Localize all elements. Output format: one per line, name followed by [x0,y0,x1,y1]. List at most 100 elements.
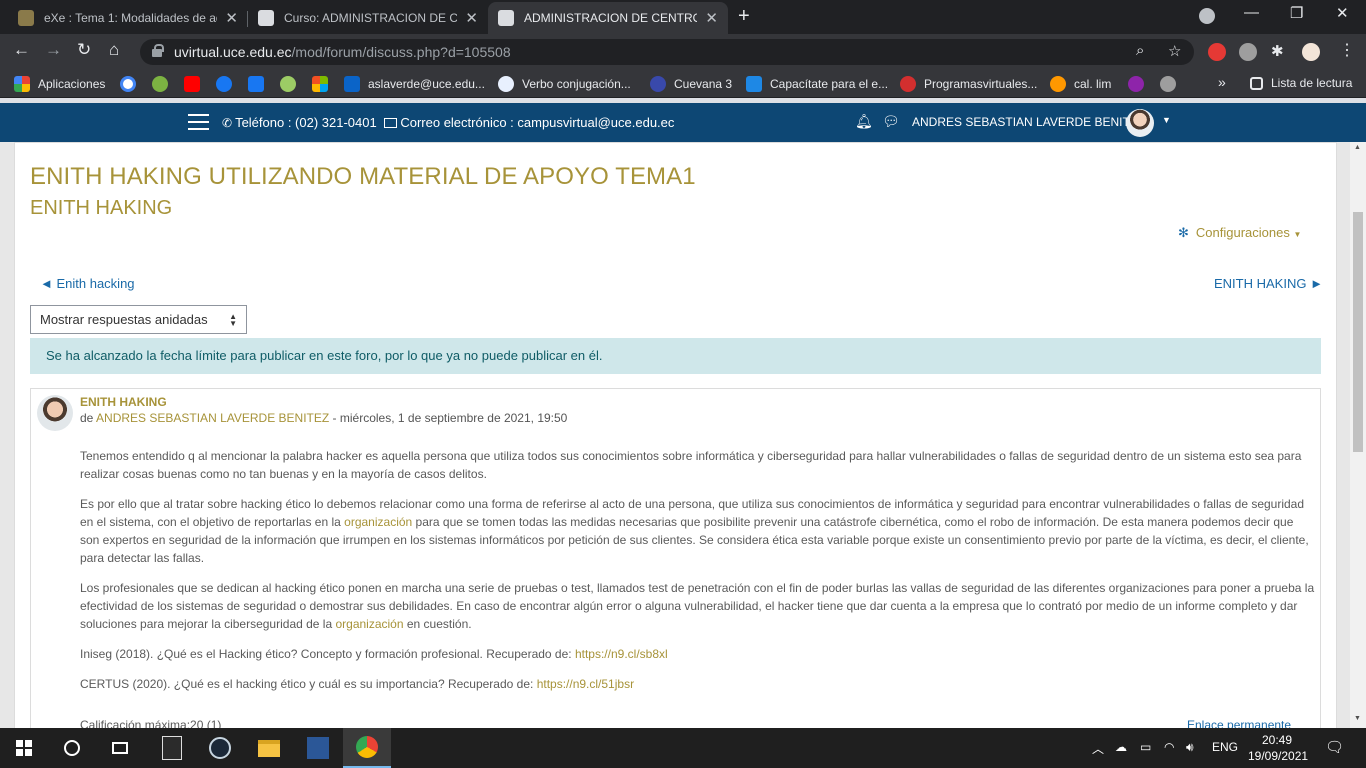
display-mode-select[interactable]: Mostrar respuestas anidadas ▲ ▼ [30,305,247,334]
extension-w-icon[interactable] [1239,43,1257,61]
settings-menu-button[interactable]: ✻ Configuraciones ▼ [1178,225,1301,241]
folder-icon [258,739,280,757]
moodle-favicon-icon [498,10,514,26]
bookmarks-bar: Aplicaciones aslaverde@uce.edu... Verbo … [0,70,1366,98]
reload-icon[interactable]: ↻ [77,40,91,60]
battery-icon[interactable]: ▭ [1140,740,1151,754]
close-tab-icon[interactable]: ✕ [465,9,478,27]
bookmark-microsoft[interactable] [312,76,328,92]
bookmark-star-icon[interactable]: ☆ [1168,42,1181,60]
bookmark-cuevana[interactable]: Cuevana 3 [650,76,732,92]
reference-link[interactable]: https://n9.cl/51jbsr [537,677,634,691]
site-icon [152,76,168,92]
browser-tab-curso[interactable]: Curso: ADMINISTRACION DE CEN ✕ [248,2,488,34]
site-header: ✆ Teléfono : (02) 321-0401 Correo electró… [0,103,1366,142]
user-avatar[interactable] [1126,109,1154,137]
bookmark-youtube[interactable] [184,76,200,92]
language-indicator[interactable]: ENG [1212,740,1238,754]
previous-discussion-link[interactable]: ◄ Enith hacking [40,276,135,291]
scrollbar-thumb[interactable] [1353,212,1363,452]
gear-icon: ✻ [1178,225,1189,240]
close-tab-icon[interactable]: ✕ [225,9,238,27]
address-bar[interactable]: uvirtual.uce.edu.ec/mod/forum/discuss.ph… [140,39,1194,65]
show-hidden-icons-chevron-icon[interactable]: ︿ [1092,740,1104,757]
steam-icon [209,737,231,759]
bookmark-16[interactable] [1160,76,1176,92]
deadline-notice: Se ha alcanzado la fecha límite para pub… [30,338,1321,374]
next-discussion-link[interactable]: ENITH HAKING ► [1214,276,1323,291]
bookmark-capacitate[interactable]: Capacítate para el e... [746,76,888,92]
tab-search-icon[interactable] [1199,8,1215,24]
apps-grid-icon [14,76,30,92]
reading-list-button[interactable]: Lista de lectura [1250,76,1352,90]
organizacion-link[interactable]: organización [344,515,412,529]
bookmark-verbo[interactable]: Verbo conjugación... [498,76,631,92]
bookmarks-overflow-button[interactable]: » [1218,74,1226,90]
notifications-bell-icon[interactable]: 🔔︎ [855,113,873,130]
browser-tab-active[interactable]: ADMINISTRACION DE CENTROS ✕ [488,2,728,34]
messages-icon[interactable]: 💬︎ [882,113,900,130]
bookmark-facebook-1[interactable] [216,76,232,92]
bookmark-facebook-2[interactable] [248,76,264,92]
windows-taskbar: ︿ ☁ ▭ ◠ 🔊︎ ENG 20:49 19/09/2021 🗨︎ [0,728,1366,768]
new-tab-button[interactable]: + [738,5,750,28]
post-body: Tenemos entendido q al mencionar la pala… [80,447,1315,705]
forum-post: ENITH HAKING de ANDRES SEBASTIAN LAVERDE… [30,388,1321,748]
reference: Iniseg (2018). ¿Qué es el Hacking ético?… [80,647,668,661]
chrome-menu-icon[interactable]: ⋮ [1339,40,1355,60]
menu-hamburger-icon[interactable] [188,114,209,130]
chrome-icon [356,736,378,758]
scroll-down-icon[interactable]: ▼ [1354,715,1361,722]
lock-icon[interactable] [152,44,164,57]
zoom-search-icon[interactable]: ⌕ [1136,42,1144,59]
organizacion-link[interactable]: organización [335,617,403,631]
taskbar-epic-games[interactable] [148,728,196,768]
bookmark-programas[interactable]: Programasvirtuales... [900,76,1037,92]
post-paragraph: Los profesionales que se dedican al hack… [80,581,1315,631]
extensions-puzzle-icon[interactable]: ✱ [1271,42,1284,60]
restore-button[interactable]: ❐ [1290,4,1303,22]
wifi-icon[interactable]: ◠ [1164,740,1174,754]
taskbar-file-explorer[interactable] [245,728,293,768]
search-button[interactable] [48,728,96,768]
system-clock[interactable]: 20:49 19/09/2021 [1248,732,1308,764]
globe-icon [1160,76,1176,92]
task-view-button[interactable] [96,728,144,768]
forward-arrow-icon[interactable]: → [45,40,62,60]
bookmark-google[interactable] [120,76,136,92]
forum-card: ENITH HAKING UTILIZANDO MATERIAL DE APOY… [14,142,1337,748]
bookmark-cal-lim[interactable]: cal. lim [1050,76,1111,92]
taskbar-chrome[interactable] [343,728,391,768]
start-button[interactable] [0,728,48,768]
close-window-button[interactable]: ✕ [1336,4,1349,22]
bookmark-apps[interactable]: Aplicaciones [14,76,105,92]
onedrive-cloud-icon[interactable]: ☁ [1115,740,1127,754]
extension-red-icon[interactable] [1208,43,1226,61]
bookmark-outlook[interactable]: aslaverde@uce.edu... [344,76,485,92]
minimize-button[interactable]: — [1244,4,1259,21]
home-icon[interactable]: ⌂ [109,40,119,60]
page-scrollbar[interactable]: ▲ ▼ [1350,142,1366,728]
browser-tab-exe[interactable]: eXe : Tema 1: Modalidades de ad ✕ [8,2,248,34]
author-link[interactable]: ANDRES SEBASTIAN LAVERDE BENITEZ [96,411,329,425]
volume-icon[interactable]: 🔊︎ [1186,740,1194,755]
reference-link[interactable]: https://n9.cl/sb8xl [575,647,668,661]
caret-down-icon: ▼ [1293,230,1302,239]
taskbar-word[interactable] [294,728,342,768]
bookmark-15[interactable] [1128,76,1144,92]
chevron-down-icon[interactable]: ▼ [1162,115,1171,125]
author-avatar[interactable] [37,395,73,431]
close-tab-icon[interactable]: ✕ [705,9,718,27]
tab-title: ADMINISTRACION DE CENTROS [524,11,698,25]
taskbar-steam[interactable] [196,728,244,768]
reference: CERTUS (2020). ¿Qué es el hacking ético … [80,677,635,691]
bookmark-6[interactable] [280,76,296,92]
user-menu-name[interactable]: ANDRES SEBASTIAN LAVERDE BENITEZ [912,115,1145,129]
scroll-up-icon[interactable]: ▲ [1354,144,1361,151]
notification-center-icon[interactable]: 🗨︎ [1325,738,1344,756]
url-text: uvirtual.uce.edu.ec/mod/forum/discuss.ph… [174,44,511,60]
profile-avatar-icon[interactable] [1302,43,1320,61]
bookmark-2[interactable] [152,76,168,92]
back-arrow-icon[interactable]: ← [13,40,30,60]
cuevana-icon [650,76,666,92]
